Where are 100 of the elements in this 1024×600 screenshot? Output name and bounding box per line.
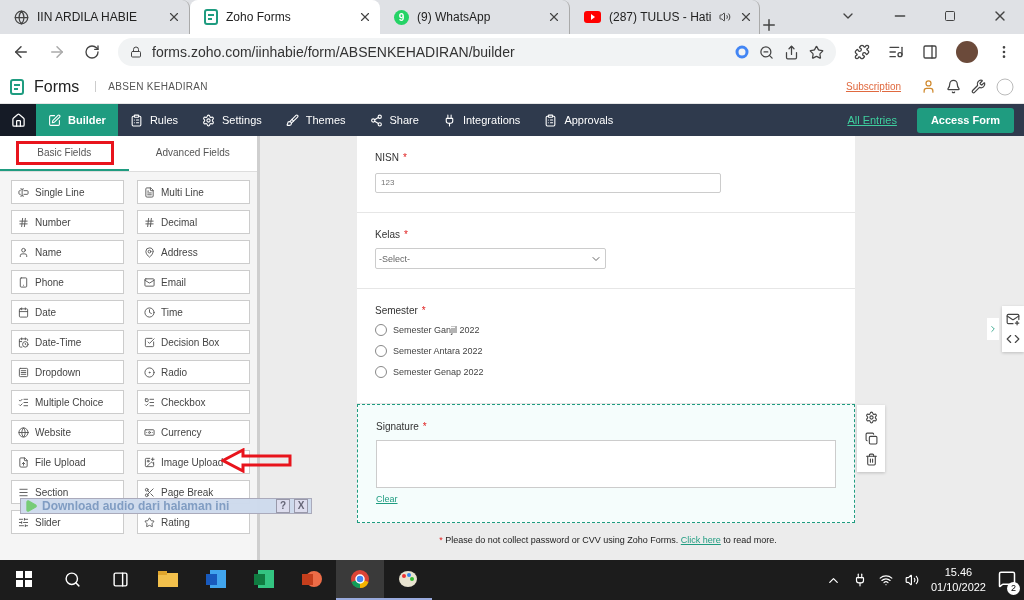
field-button[interactable]: Email: [137, 270, 250, 294]
clock-time: 15.46: [944, 565, 973, 580]
field-button[interactable]: Multiple Choice: [11, 390, 124, 414]
field-button[interactable]: File Upload: [11, 450, 124, 474]
code-icon[interactable]: [1006, 332, 1020, 346]
settings-icon: [202, 113, 216, 127]
nav-tab[interactable]: Settings: [190, 104, 274, 136]
browser-tab[interactable]: Zoho Forms: [190, 0, 380, 34]
clear-link[interactable]: Clear: [376, 494, 398, 504]
nav-tab[interactable]: Rules: [117, 104, 191, 136]
field-button[interactable]: Date: [11, 300, 124, 324]
play-icon: [24, 499, 38, 513]
select-dropdown[interactable]: -Select-: [375, 248, 606, 269]
side-panel-icon[interactable]: [922, 44, 938, 60]
text-cursor-icon: [18, 186, 29, 198]
nav-tab[interactable]: Approvals: [532, 104, 626, 136]
phone-icon: [18, 276, 29, 288]
bell-icon[interactable]: [946, 79, 961, 94]
field-button[interactable]: Dropdown: [11, 360, 124, 384]
field-button[interactable]: Multi Line: [137, 180, 250, 204]
nav-tab[interactable]: Themes: [273, 104, 358, 136]
radio-icon: [144, 366, 155, 378]
radio-option[interactable]: Semester Genap 2022: [375, 366, 837, 378]
field-button[interactable]: Radio: [137, 360, 250, 384]
close-icon[interactable]: [547, 10, 561, 24]
close-icon[interactable]: [167, 10, 181, 24]
radio-option[interactable]: Semester Antara 2022: [375, 345, 837, 357]
checklist-icon: [144, 396, 155, 408]
close-icon[interactable]: [358, 10, 372, 24]
share-icon[interactable]: [784, 44, 799, 60]
puzzle-icon[interactable]: [854, 44, 870, 60]
nav-tab[interactable]: Share: [357, 104, 431, 136]
sidebar-tab[interactable]: Advanced Fields: [128, 136, 257, 171]
clock-icon: [144, 306, 155, 318]
field-button[interactable]: Address: [137, 240, 250, 264]
avatar-icon[interactable]: [956, 41, 978, 63]
checkbox-icon: [144, 336, 155, 348]
field-button[interactable]: Date-Time: [11, 330, 124, 354]
clipboard-icon: [544, 113, 558, 127]
field-button[interactable]: Website: [11, 420, 124, 444]
mail-icon[interactable]: [1006, 312, 1020, 326]
home-button[interactable]: [0, 104, 36, 136]
field-button[interactable]: Time: [137, 300, 250, 324]
radio-option[interactable]: Semester Ganjil 2022: [375, 324, 837, 336]
copy-icon[interactable]: [864, 432, 878, 445]
checklist-icon: [18, 396, 29, 408]
field-button[interactable]: Number: [11, 210, 124, 234]
field-label: Semester *: [375, 305, 427, 316]
media-icon[interactable]: [888, 44, 904, 60]
settings-icon[interactable]: [864, 411, 878, 424]
field-button[interactable]: Phone: [11, 270, 124, 294]
google-icon: [735, 45, 749, 59]
help-button[interactable]: ?: [276, 499, 290, 513]
field-button[interactable]: Checkbox: [137, 390, 250, 414]
scissors-icon: [144, 486, 155, 498]
brand-name: Forms: [34, 77, 80, 96]
star-icon[interactable]: [809, 44, 824, 60]
all-entries-link[interactable]: All Entries: [847, 114, 897, 126]
field-button[interactable]: Decimal: [137, 210, 250, 234]
new-tab-icon[interactable]: [760, 16, 778, 34]
back-icon[interactable]: [12, 43, 30, 61]
field-label: NISN *: [375, 152, 408, 163]
play-logo-icon: [584, 11, 601, 23]
forms-logo-icon: [204, 9, 218, 25]
field-button[interactable]: Name: [11, 240, 124, 264]
field-button[interactable]: Currency: [137, 420, 250, 444]
wifi-icon[interactable]: [878, 573, 893, 587]
reload-icon[interactable]: [84, 44, 100, 60]
sidebar-tab[interactable]: Basic Fields: [0, 136, 129, 171]
image-icon: [144, 456, 155, 468]
speaker-icon[interactable]: [904, 573, 919, 587]
nav-tab[interactable]: Integrations: [430, 104, 533, 136]
close-button[interactable]: X: [294, 499, 308, 513]
banknote-icon: [144, 426, 155, 438]
field-label: Signature *: [376, 421, 428, 432]
lock-icon: [130, 46, 142, 58]
chrome-app-icon[interactable]: [336, 560, 384, 600]
chat-badge: 9: [394, 9, 409, 25]
field-button[interactable]: Single Line: [11, 180, 124, 204]
slider-icon: [18, 516, 29, 528]
forms-logo-icon: [10, 78, 24, 95]
zoom-out-icon[interactable]: [759, 44, 774, 60]
dropdown-icon: [18, 366, 29, 378]
number-input[interactable]: 123: [375, 172, 721, 193]
clock-date: 01/10/2022: [930, 580, 986, 595]
notice-text: * Please do not collect password or CVV using Zoho Forms. Click here to read more.: [438, 535, 778, 545]
map-pin-icon: [144, 246, 155, 258]
envelope-icon: [144, 276, 155, 288]
brush-icon: [285, 113, 299, 127]
hash-icon: [144, 216, 155, 228]
clipboard-icon: [129, 113, 143, 127]
wrench-icon[interactable]: [971, 79, 986, 94]
subscription-link[interactable]: Subscription: [845, 81, 901, 92]
field-button[interactable]: Decision Box: [137, 330, 250, 354]
file-upload-icon: [18, 456, 29, 468]
document-icon: [144, 186, 155, 198]
globe-icon: [18, 426, 29, 438]
field-button[interactable]: Image Upload: [137, 450, 250, 474]
trash-icon[interactable]: [864, 453, 878, 466]
maximize-icon[interactable]: [944, 8, 956, 24]
